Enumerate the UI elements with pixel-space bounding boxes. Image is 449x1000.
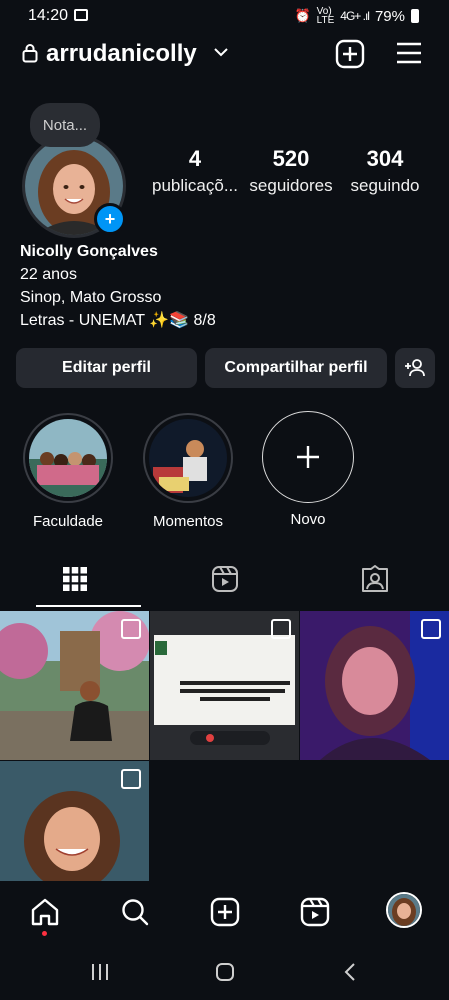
multiple-posts-icon xyxy=(121,769,141,789)
profile-avatar-nav[interactable] xyxy=(386,892,422,928)
system-navigation-bar xyxy=(0,944,449,1000)
followers-stat[interactable]: 520 seguidores xyxy=(246,146,336,196)
discover-people-button[interactable] xyxy=(395,348,435,388)
add-person-icon xyxy=(405,359,425,377)
reels-nav-icon[interactable] xyxy=(300,897,330,927)
profile-header: arrudanicolly xyxy=(0,32,449,76)
bio-line: Letras - UNEMAT ✨📚 8/8 xyxy=(20,312,216,329)
multiple-posts-icon xyxy=(271,619,291,639)
highlight-label: Faculdade xyxy=(32,513,104,530)
posts-label: publicaçõ... xyxy=(152,176,238,195)
add-square-icon[interactable] xyxy=(335,39,365,69)
active-tab-indicator xyxy=(36,605,141,607)
bio-line: 22 anos xyxy=(20,266,77,283)
alarm-icon: ⏰ xyxy=(294,8,311,23)
highlight-cover xyxy=(29,419,107,497)
battery-icon xyxy=(411,9,419,23)
highlight-cover xyxy=(149,419,227,497)
profile-name: Nicolly Gonçalves xyxy=(20,243,158,260)
post-thumbnail[interactable] xyxy=(300,611,449,760)
profile-username[interactable]: arrudanicolly xyxy=(46,40,197,68)
notification-dot xyxy=(42,931,47,936)
multiple-posts-icon xyxy=(121,619,141,639)
recent-apps-icon[interactable] xyxy=(90,963,110,981)
highlight-faculdade[interactable]: Faculdade xyxy=(20,413,116,530)
posts-count: 4 xyxy=(188,146,202,171)
tagged-icon[interactable] xyxy=(361,565,389,593)
highlight-new[interactable]: Novo xyxy=(260,411,356,528)
following-count: 304 xyxy=(366,146,404,171)
share-profile-button[interactable]: Compartilhar perfil xyxy=(205,348,387,388)
following-stat[interactable]: 304 seguindo xyxy=(342,146,428,196)
multiple-posts-icon xyxy=(421,619,441,639)
home-button-icon[interactable] xyxy=(215,962,235,982)
status-time: 14:20 xyxy=(28,7,69,24)
wifi-icon: Vo) LTE xyxy=(316,6,335,26)
reels-icon[interactable] xyxy=(211,565,239,593)
status-bar: 14:20 ⏰ Vo) LTE 4G+ .ıl 79% xyxy=(0,0,449,32)
edit-profile-button[interactable]: Editar perfil xyxy=(16,348,197,388)
menu-icon[interactable] xyxy=(395,41,423,65)
back-icon[interactable] xyxy=(343,962,357,982)
add-story-button[interactable]: + xyxy=(94,203,126,235)
highlight-momentos[interactable]: Momentos xyxy=(140,413,236,530)
lock-icon xyxy=(22,44,38,63)
gallery-icon xyxy=(74,9,88,21)
search-icon[interactable] xyxy=(120,897,150,927)
home-icon[interactable] xyxy=(30,897,60,927)
highlight-label: Novo xyxy=(290,511,326,528)
posts-stat[interactable]: 4 publicaçõ... xyxy=(150,146,240,196)
highlight-label: Momentos xyxy=(152,513,224,530)
grid-icon[interactable] xyxy=(62,566,88,592)
following-label: seguindo xyxy=(350,176,420,195)
plus-icon xyxy=(297,446,319,468)
signal-icon: 4G+ .ıl xyxy=(340,9,370,23)
bio-line: Sinop, Mato Grosso xyxy=(20,289,162,306)
followers-label: seguidores xyxy=(249,176,333,195)
battery-text: 79% xyxy=(374,7,405,25)
bottom-navigation xyxy=(0,882,449,944)
followers-count: 520 xyxy=(272,146,310,171)
profile-bio: Nicolly Gonçalves 22 anos Sinop, Mato Gr… xyxy=(20,240,216,332)
create-icon[interactable] xyxy=(210,897,240,927)
note-bubble[interactable]: Nota... xyxy=(30,103,100,147)
post-thumbnail[interactable] xyxy=(0,761,149,881)
post-thumbnail[interactable] xyxy=(0,611,149,760)
chevron-down-icon[interactable] xyxy=(214,47,228,57)
new-highlight-button[interactable] xyxy=(262,411,354,503)
post-thumbnail[interactable] xyxy=(150,611,299,760)
